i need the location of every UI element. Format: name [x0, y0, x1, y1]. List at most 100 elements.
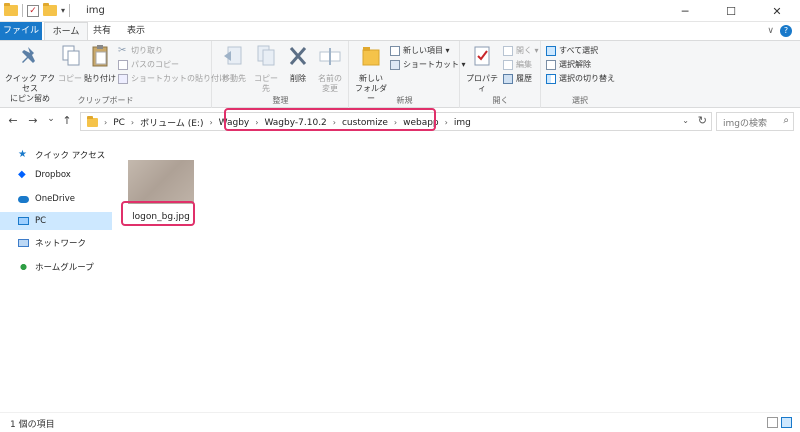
sidebar-item-dropbox[interactable]: ◆ Dropbox [0, 166, 112, 184]
select-none-icon [546, 60, 556, 70]
breadcrumb-img[interactable]: img [454, 118, 471, 128]
qat-dropdown-icon[interactable]: ▾ [61, 6, 65, 15]
sidebar-item-quick-access[interactable]: ★ クイック アクセス [0, 146, 112, 164]
details-view-icon[interactable] [767, 417, 778, 428]
dropbox-icon: ◆ [18, 169, 26, 180]
sidebar-item-onedrive[interactable]: OneDrive [0, 190, 112, 208]
clipboard-group-label: クリップボード [77, 96, 134, 105]
paste-shortcut-button[interactable]: ショートカットの貼り付け [118, 73, 227, 85]
open-label: 開く ▾ [516, 46, 539, 55]
clipboard-icon [92, 45, 108, 67]
paste-shortcut-icon [118, 74, 128, 84]
folder-icon [87, 116, 98, 127]
search-placeholder: imgの検索 [723, 119, 767, 129]
address-dropdown-icon[interactable]: ⌄ [682, 116, 689, 125]
title-bar: ✓ ▾ img ─ ☐ ✕ [0, 0, 800, 22]
search-icon: ⌕ [783, 115, 789, 126]
search-input[interactable]: imgの検索 ⌕ [716, 112, 794, 131]
copy-to-button[interactable]: コピー先 [251, 44, 281, 94]
invert-selection-icon [546, 74, 556, 84]
history-button[interactable]: 履歴 [503, 73, 532, 85]
delete-button[interactable]: 削除 [285, 44, 311, 84]
window-controls: ─ ☐ ✕ [662, 0, 800, 22]
tab-home[interactable]: ホーム [44, 22, 88, 40]
organize-group-label: 整理 [272, 96, 289, 105]
navigation-pane: ★ クイック アクセス ◆ Dropbox OneDrive PC ネットワーク… [0, 138, 112, 410]
divider [69, 4, 71, 17]
copy-icon [62, 45, 80, 66]
invert-selection-label: 選択の切り替え [559, 74, 615, 83]
organize-group: 移動先 コピー先 削除 名前の 変更 整理 [213, 41, 349, 108]
sidebar-item-homegroup[interactable]: ホームグループ [0, 258, 112, 276]
new-item-button[interactable]: 新しい項目 ▾ [390, 45, 450, 57]
breadcrumb-volume[interactable]: ボリューム (E:) [140, 116, 203, 129]
sidebar-item-label: ホームグループ [35, 263, 94, 273]
history-icon [503, 74, 513, 84]
close-button[interactable]: ✕ [754, 0, 800, 22]
cloud-icon [18, 195, 29, 203]
move-to-icon [224, 46, 242, 65]
paste-label: 貼り付け [84, 74, 116, 83]
delete-label: 削除 [290, 74, 306, 83]
new-group-label: 新規 [396, 96, 413, 105]
breadcrumb-separator: › [104, 118, 108, 127]
sidebar-item-label: PC [35, 216, 47, 226]
invert-selection-button[interactable]: 選択の切り替え [546, 73, 615, 85]
open-button[interactable]: 開く ▾ [503, 45, 539, 57]
new-folder-qat-icon[interactable] [43, 3, 57, 16]
recent-locations-button[interactable]: ⌄ [44, 114, 58, 124]
up-button[interactable]: ↑ [60, 114, 74, 127]
copy-path-icon [118, 60, 128, 70]
tab-file[interactable]: ファイル [0, 22, 42, 40]
large-icons-view-icon[interactable] [781, 417, 792, 428]
tab-share[interactable]: 共有 [90, 22, 114, 40]
homegroup-icon [18, 262, 29, 272]
cut-button[interactable]: ✂ 切り取り [118, 45, 163, 57]
rename-button[interactable]: 名前の 変更 [315, 44, 345, 94]
copy-to-icon [257, 45, 275, 66]
breadcrumb-pc[interactable]: PC [113, 118, 125, 128]
network-icon [18, 239, 29, 247]
divider [22, 4, 23, 17]
move-to-button[interactable]: 移動先 [219, 44, 249, 84]
select-all-button[interactable]: すべて選択 [546, 45, 598, 57]
maximize-button[interactable]: ☐ [708, 0, 754, 22]
properties-icon [474, 46, 490, 66]
copy-to-label: コピー先 [254, 74, 278, 93]
properties-qat-icon[interactable]: ✓ [27, 4, 39, 17]
rename-icon [319, 48, 341, 65]
ribbon-collapse-icon[interactable]: ∨ [767, 26, 774, 36]
back-button[interactable]: ← [6, 114, 20, 127]
pin-icon [22, 47, 35, 63]
select-all-icon [546, 46, 556, 56]
copy-button[interactable]: コピー [58, 44, 82, 84]
forward-button[interactable]: → [26, 114, 40, 127]
minimize-button[interactable]: ─ [662, 0, 708, 22]
new-group: 新しい フォルダー 新しい項目 ▾ ショートカット ▾ 新規 [350, 41, 466, 108]
quick-access-toolbar: ✓ ▾ [4, 3, 71, 17]
sidebar-item-label: Dropbox [35, 170, 71, 180]
breadcrumb-separator: › [130, 118, 135, 127]
history-label: 履歴 [516, 74, 532, 83]
star-icon: ★ [18, 149, 27, 160]
help-icon[interactable]: ? [780, 25, 792, 37]
copy-label: コピー [58, 74, 82, 83]
sidebar-item-network[interactable]: ネットワーク [0, 234, 112, 252]
properties-button[interactable]: プロパティ [463, 44, 501, 94]
sidebar-item-pc[interactable]: PC [0, 212, 112, 230]
properties-label: プロパティ [466, 74, 498, 93]
move-to-label: 移動先 [222, 74, 246, 83]
image-thumbnail [128, 160, 194, 204]
select-none-button[interactable]: 選択解除 [546, 59, 591, 71]
shortcut-button[interactable]: ショートカット ▾ [390, 59, 466, 71]
edit-button[interactable]: 編集 [503, 59, 532, 71]
paste-button[interactable]: 貼り付け [84, 44, 116, 84]
copy-path-button[interactable]: パスのコピー [118, 59, 179, 71]
scissors-icon: ✂ [118, 45, 127, 56]
ribbon-tabs: ファイル ホーム 共有 表示 ∨ ? [0, 22, 800, 40]
refresh-icon[interactable]: ↻ [698, 114, 707, 127]
file-highlight-annotation [121, 201, 195, 226]
tab-view[interactable]: 表示 [124, 22, 148, 40]
new-item-label: 新しい項目 ▾ [403, 46, 450, 55]
sidebar-item-label: ネットワーク [35, 239, 87, 249]
